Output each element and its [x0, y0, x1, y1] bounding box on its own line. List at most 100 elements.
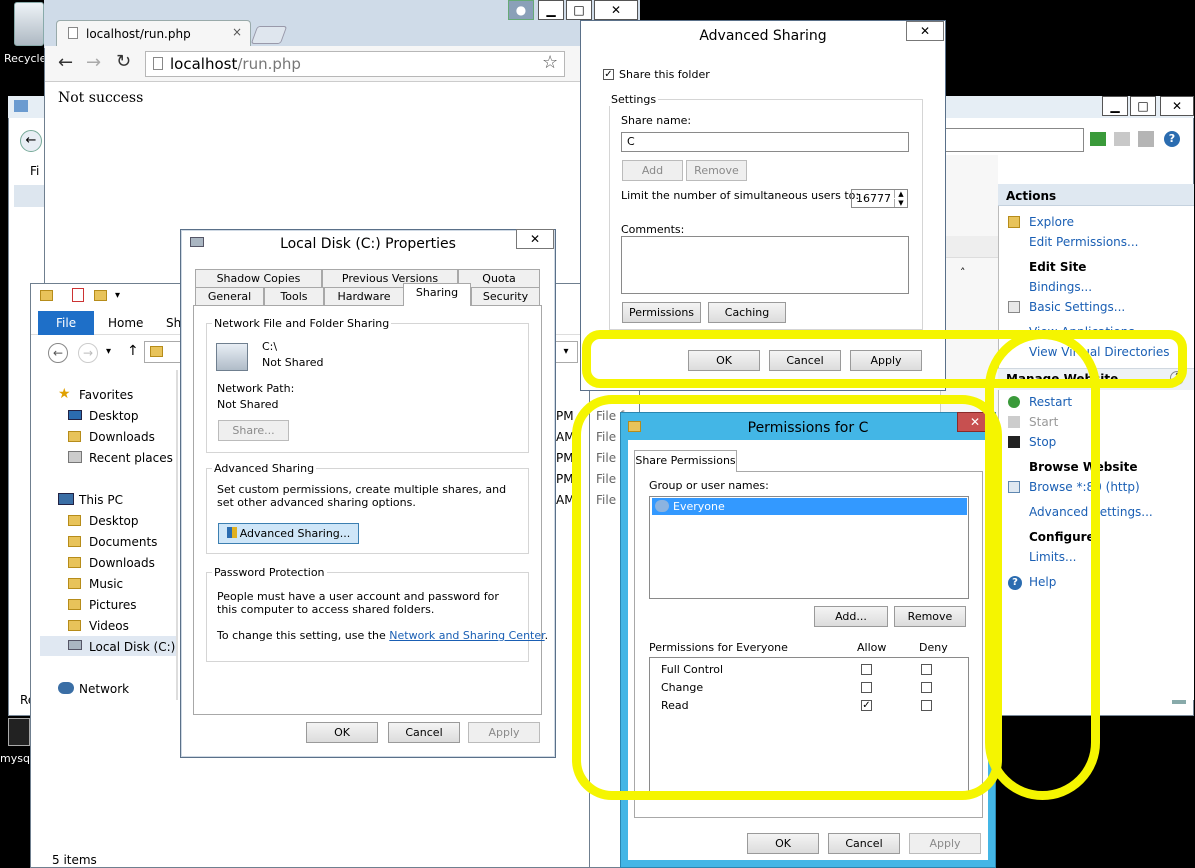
- recent-places-icon: [68, 451, 82, 463]
- recycle-bin-icon[interactable]: [14, 2, 44, 46]
- properties-apply-button[interactable]: Apply: [468, 722, 540, 743]
- browser-minimize-button[interactable]: ▁: [538, 0, 564, 20]
- iis-back-button[interactable]: ←: [20, 130, 42, 152]
- properties-cancel-button[interactable]: Cancel: [388, 722, 460, 743]
- up-arrow-icon[interactable]: ↑: [127, 343, 139, 359]
- advanced-sharing-description: Set custom permissions, create multiple …: [217, 483, 507, 509]
- mysql-desktop-icon[interactable]: [8, 718, 30, 746]
- share-name-remove-button[interactable]: Remove: [686, 160, 747, 181]
- password-protection-group: [206, 572, 529, 662]
- chevron-up-icon[interactable]: ˄: [960, 266, 966, 279]
- advanced-sharing-close-button[interactable]: ✕: [906, 21, 944, 41]
- caching-button[interactable]: Caching: [708, 302, 786, 323]
- explorer-forward-button[interactable]: →: [78, 343, 98, 363]
- forward-arrow-icon[interactable]: →: [86, 52, 101, 73]
- back-arrow-icon[interactable]: ←: [58, 52, 73, 73]
- spinner-down-icon[interactable]: ▼: [894, 199, 907, 207]
- permissions-ok-button[interactable]: OK: [747, 833, 819, 854]
- iis-menu-fragment[interactable]: Fi: [30, 164, 39, 178]
- url-host: localhost: [170, 55, 238, 73]
- properties-ok-button[interactable]: OK: [306, 722, 378, 743]
- recycle-bin-label: Recycle: [4, 52, 47, 65]
- home-tab[interactable]: Home: [108, 316, 143, 330]
- nav-local-disk[interactable]: Local Disk (C:): [89, 640, 175, 654]
- qat-dropdown-icon[interactable]: ▾: [115, 290, 120, 301]
- password-change-prefix: To change this setting, use the: [217, 629, 390, 642]
- tab-close-icon[interactable]: ×: [232, 25, 242, 39]
- edit-site-heading: Edit Site: [1029, 260, 1087, 274]
- network-sharing-center-link[interactable]: Network and Sharing Center: [389, 629, 544, 642]
- settings-group-label: Settings: [609, 93, 659, 106]
- spinner-up-icon[interactable]: ▲: [894, 190, 907, 198]
- share-name-add-button[interactable]: Add: [622, 160, 683, 181]
- favorites-star-icon: ★: [58, 386, 71, 402]
- tab-hardware[interactable]: Hardware: [324, 287, 404, 305]
- tab-security[interactable]: Security: [471, 287, 540, 305]
- user-limit-value: 16777: [856, 192, 891, 205]
- explorer-newfolder-icon[interactable]: [94, 289, 112, 302]
- explorer-properties-icon[interactable]: [72, 288, 84, 302]
- music-icon: [68, 577, 86, 590]
- local-disk-icon: [68, 640, 82, 650]
- iis-stop-nav-icon[interactable]: [1114, 132, 1130, 146]
- bindings-link[interactable]: Bindings...: [1029, 280, 1092, 294]
- user-limit-spinner[interactable]: 16777 ▲ ▼: [851, 189, 908, 208]
- explore-link[interactable]: Explore: [1029, 215, 1074, 229]
- iis-close-button[interactable]: ✕: [1160, 96, 1194, 116]
- nav-pictures[interactable]: Pictures: [89, 598, 137, 612]
- share-name-input[interactable]: C: [621, 132, 909, 152]
- properties-close-button[interactable]: ✕: [516, 229, 554, 249]
- permissions-apply-button[interactable]: Apply: [909, 833, 981, 854]
- iis-home-icon[interactable]: [1138, 131, 1154, 147]
- bookmark-star-icon[interactable]: ☆: [542, 52, 558, 73]
- nav-documents[interactable]: Documents: [89, 535, 157, 549]
- explorer-back-button[interactable]: ←: [48, 343, 68, 363]
- url-path: /run.php: [237, 55, 301, 73]
- permissions-cancel-button[interactable]: Cancel: [828, 833, 900, 854]
- comments-label: Comments:: [621, 223, 685, 236]
- browser-user-icon[interactable]: ●: [508, 0, 534, 20]
- tab-sharing[interactable]: Sharing: [403, 283, 471, 306]
- nav-this-pc[interactable]: This PC: [79, 493, 123, 507]
- nav-music[interactable]: Music: [89, 577, 123, 591]
- explorer-address-bar[interactable]: [144, 341, 184, 363]
- tab-general[interactable]: General: [195, 287, 264, 305]
- share-tab-fragment[interactable]: Sh: [166, 316, 181, 330]
- page-file-icon: [68, 27, 78, 39]
- explorer-address-bar-right[interactable]: ▾: [554, 341, 578, 363]
- comments-textarea[interactable]: [621, 236, 909, 294]
- tab-share-permissions[interactable]: Share Permissions: [634, 450, 737, 472]
- advanced-sharing-group-label: Advanced Sharing: [212, 462, 317, 475]
- recent-dropdown-icon[interactable]: ▾: [106, 346, 111, 357]
- nav-recent-places[interactable]: Recent places: [89, 451, 173, 465]
- file-row-3-time: PM: [556, 451, 574, 465]
- nav-scrollbar[interactable]: [176, 370, 178, 700]
- basic-settings-link[interactable]: Basic Settings...: [1029, 300, 1125, 314]
- share-button[interactable]: Share...: [218, 420, 289, 441]
- permissions-button[interactable]: Permissions: [622, 302, 701, 323]
- nav-pc-downloads[interactable]: Downloads: [89, 556, 155, 570]
- reload-icon[interactable]: ↻: [116, 51, 131, 72]
- iis-nav-green-icon[interactable]: [1090, 132, 1106, 146]
- nav-videos[interactable]: Videos: [89, 619, 129, 633]
- edit-permissions-link[interactable]: Edit Permissions...: [1029, 235, 1138, 249]
- file-tab[interactable]: File: [38, 311, 94, 335]
- tab-shadow-copies[interactable]: Shadow Copies: [195, 269, 322, 287]
- advanced-sharing-button[interactable]: Advanced Sharing...: [218, 523, 359, 544]
- nav-fav-desktop[interactable]: Desktop: [89, 409, 139, 423]
- browser-maximize-button[interactable]: □: [566, 0, 592, 20]
- iis-maximize-button[interactable]: □: [1130, 96, 1156, 116]
- share-name-label: Share name:: [621, 114, 692, 127]
- share-folder-checkbox[interactable]: ✓: [603, 69, 614, 80]
- iis-minimize-button[interactable]: ▁: [1102, 96, 1128, 116]
- page-doc-icon: [153, 57, 163, 70]
- iis-help-nav-icon[interactable]: ?: [1164, 131, 1180, 147]
- nav-network[interactable]: Network: [79, 682, 129, 696]
- browser-close-button[interactable]: ✕: [594, 0, 638, 20]
- iis-address-field[interactable]: [930, 128, 1084, 152]
- pc-downloads-icon: [68, 556, 86, 569]
- tab-tools[interactable]: Tools: [264, 287, 324, 305]
- nav-pc-desktop[interactable]: Desktop: [89, 514, 139, 528]
- nav-favorites[interactable]: Favorites: [79, 388, 133, 402]
- nav-fav-downloads[interactable]: Downloads: [89, 430, 155, 444]
